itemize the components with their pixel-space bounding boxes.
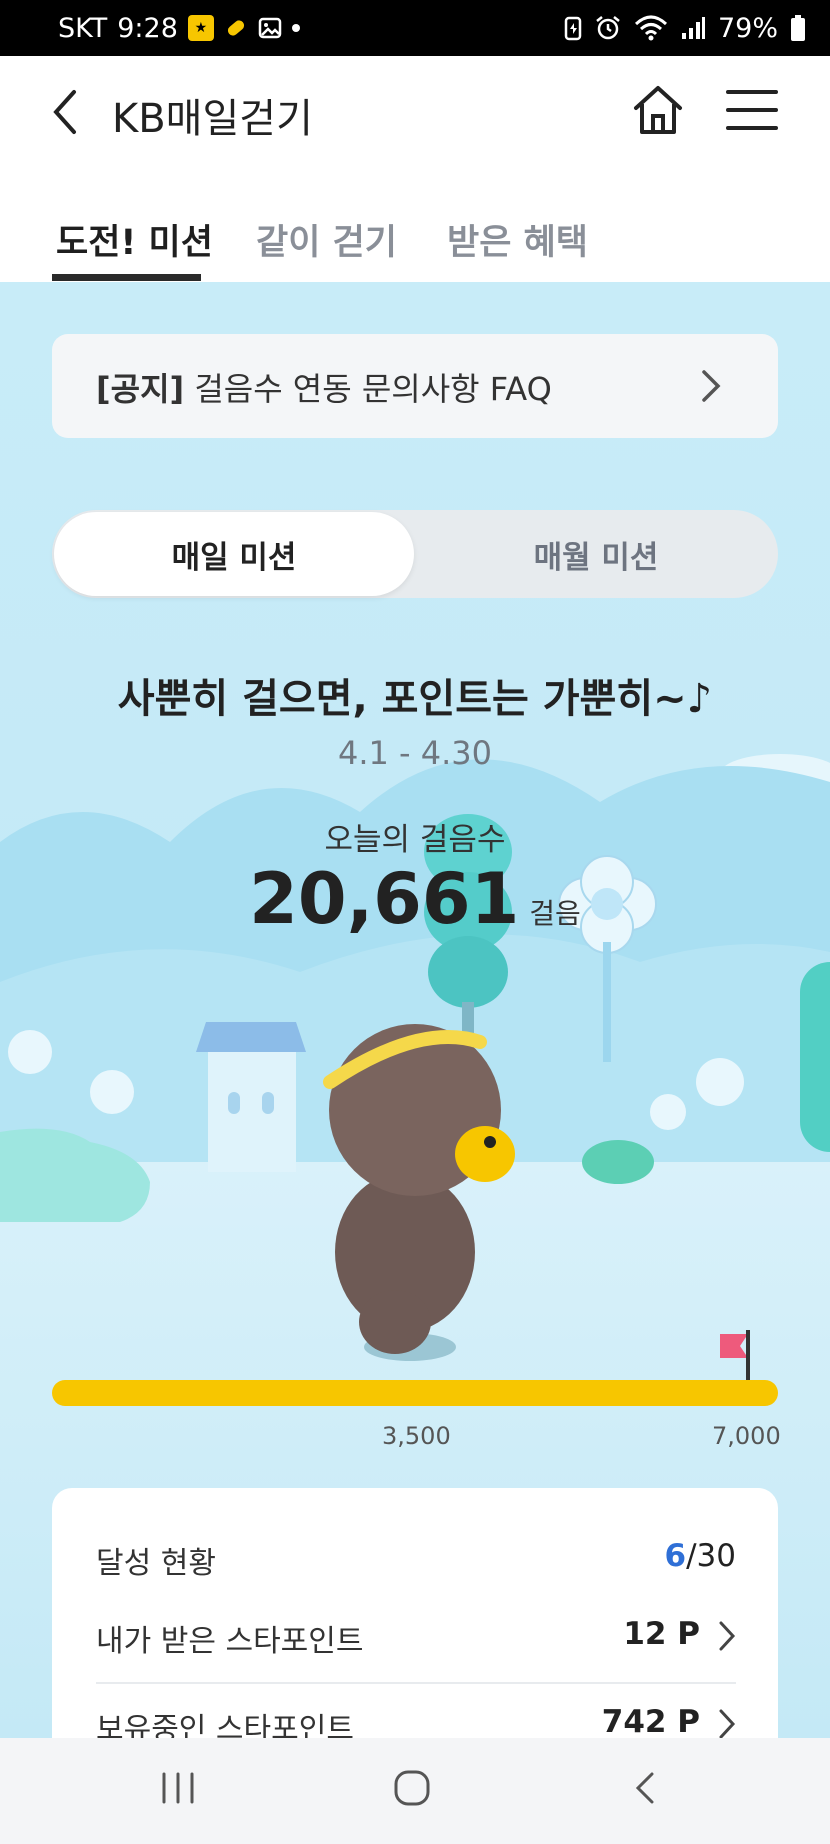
goal-flag-icon (720, 1330, 750, 1380)
carrier: SKT (58, 12, 108, 44)
tab-bar: 도전! 미션 같이 걷기 받은 혜택 (0, 166, 830, 282)
achievement-label: 달성 현황 (96, 1546, 216, 1581)
daily-mission-option[interactable]: 매일 미션 (54, 512, 414, 596)
active-tab-indicator (52, 274, 201, 281)
page-title: KB매일걷기 (112, 96, 313, 142)
status-bar: SKT 9:28 ★ 79% (0, 0, 830, 56)
holding-points-value: 742 P (601, 1704, 700, 1738)
tab-received-benefits[interactable]: 받은 혜택 (447, 214, 588, 265)
notice-body: 걸음수 연동 문의사항 FAQ (184, 370, 552, 408)
step-progress-bar (52, 1380, 778, 1406)
chevron-right-icon (719, 1621, 736, 1651)
battery-icon (791, 15, 805, 41)
tab-walk-together[interactable]: 같이 걷기 (256, 214, 397, 265)
chevron-right-icon (719, 1709, 736, 1738)
status-bar-left: SKT 9:28 ★ (58, 0, 300, 56)
chevron-right-icon (702, 370, 721, 402)
kb-app-icon: ★ (187, 15, 214, 41)
today-steps: 20,661 걸음 (0, 858, 830, 940)
pill-icon (227, 20, 244, 36)
mission-period-toggle: 매일 미션 매월 미션 (52, 510, 778, 598)
system-nav-bar (0, 1738, 830, 1844)
chevron-left-icon[interactable] (44, 84, 88, 140)
status-bar-right: 79% (564, 0, 806, 56)
monthly-mission-option[interactable]: 매월 미션 (416, 512, 776, 596)
clock: 9:28 (117, 12, 178, 44)
achievement-total: /30 (686, 1538, 736, 1574)
achievement-value: 6/30 (665, 1538, 736, 1574)
received-points-value: 12 P (623, 1616, 700, 1652)
holding-points-label: 보유중인 스타포인트 (96, 1712, 354, 1738)
wifi-icon (634, 15, 668, 41)
notice-tag: [공지] (96, 370, 185, 408)
today-steps-label: 오늘의 걸음수 (324, 822, 506, 858)
mission-period: 4.1 - 4.30 (337, 734, 493, 772)
row-divider (96, 1682, 736, 1684)
battery-percent: 79% (717, 12, 778, 44)
battery-saver-icon (564, 16, 582, 41)
signal-icon (681, 17, 705, 39)
mission-scene: [공지] 걸음수 연동 문의사항 FAQ 매일 미션 매월 미션 사뿐히 걸으면… (0, 282, 830, 1738)
tab-challenge-mission[interactable]: 도전! 미션 (56, 214, 213, 265)
gallery-icon (258, 17, 282, 39)
achievement-row: 달성 현황 6/30 (96, 1528, 736, 1588)
hamburger-menu-icon[interactable] (726, 86, 778, 134)
home-icon[interactable] (630, 82, 686, 138)
progress-tick-mid: 3,500 (382, 1422, 451, 1450)
recent-apps-icon[interactable] (160, 1768, 196, 1808)
holding-points-row[interactable]: 보유중인 스타포인트 742 P (96, 1694, 736, 1738)
alarm-icon (596, 16, 620, 40)
app-header: KB매일걷기 (0, 56, 830, 166)
home-nav-icon[interactable] (392, 1768, 432, 1808)
step-unit: 걸음 (529, 897, 581, 930)
progress-tick-goal: 7,000 (712, 1422, 781, 1450)
notice-banner[interactable]: [공지] 걸음수 연동 문의사항 FAQ (52, 334, 778, 438)
achievement-done: 6 (664, 1538, 687, 1574)
notification-dot-icon (291, 24, 300, 32)
mission-headline: 사뿐히 걸으면, 포인트는 가뿐히~♪ (117, 676, 713, 722)
received-points-label: 내가 받은 스타포인트 (96, 1624, 364, 1659)
step-count: 20,661 (249, 858, 520, 940)
summary-card: 달성 현황 6/30 내가 받은 스타포인트 12 P 보유중인 스타포인트 7… (52, 1488, 778, 1738)
back-nav-icon[interactable] (630, 1768, 660, 1808)
received-points-row[interactable]: 내가 받은 스타포인트 12 P (96, 1606, 736, 1666)
notice-text: [공지] 걸음수 연동 문의사항 FAQ (96, 364, 552, 410)
